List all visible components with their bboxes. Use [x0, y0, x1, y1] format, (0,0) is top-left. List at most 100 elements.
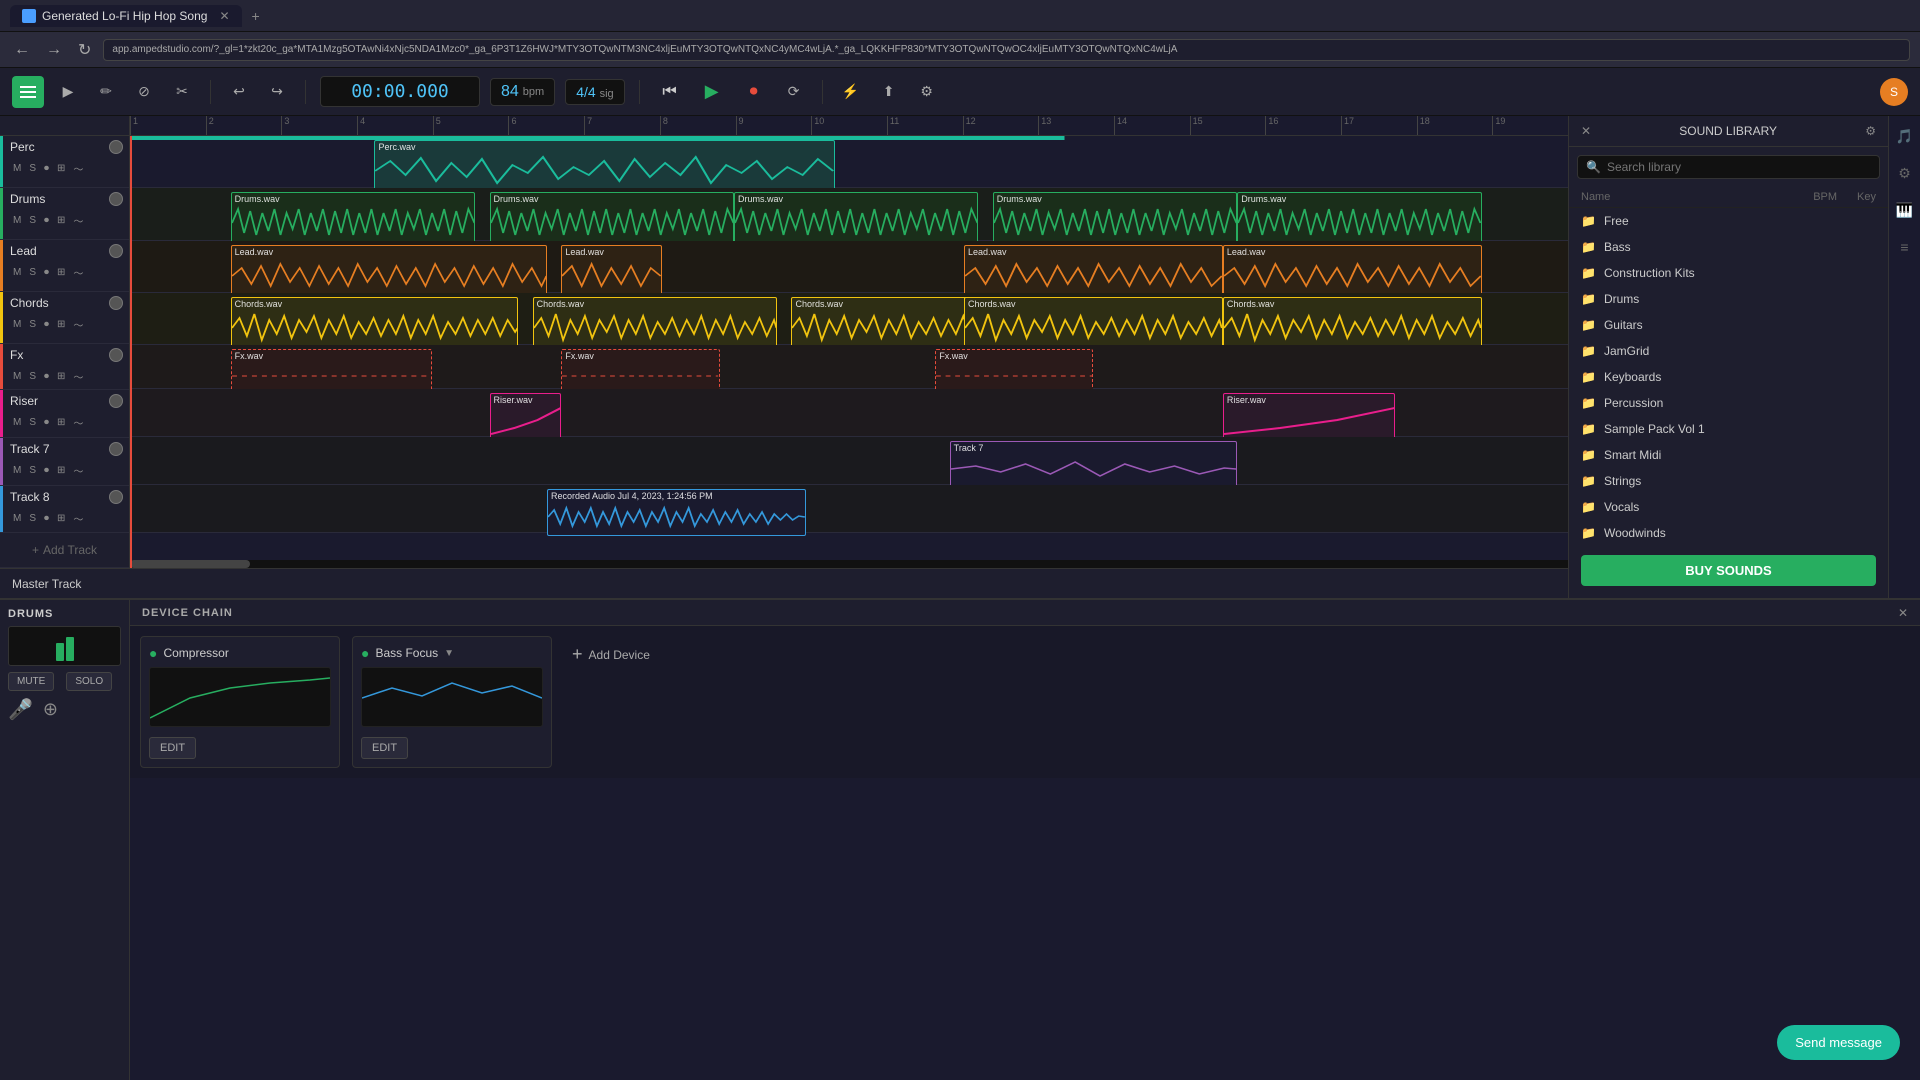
solo-track8[interactable]: S: [26, 512, 39, 525]
mute-chords[interactable]: M: [10, 318, 24, 331]
active-tab[interactable]: Generated Lo-Fi Hip Hop Song ✕: [10, 5, 242, 27]
undo-btn[interactable]: ↩: [225, 78, 253, 106]
arm-riser[interactable]: ⏺: [41, 416, 52, 429]
sidebar-icon-eq[interactable]: ≡: [1896, 235, 1912, 259]
fx-lead[interactable]: ⊞: [54, 266, 68, 279]
clip-riser-1[interactable]: Riser.wav: [490, 393, 562, 440]
volume-knob-track7[interactable]: [109, 442, 123, 456]
arm-perc[interactable]: ⏺: [41, 162, 52, 175]
clip-perc-1[interactable]: Perc.wav: [374, 140, 834, 192]
select-tool[interactable]: ▶: [54, 78, 82, 106]
arm-fx[interactable]: ⏺: [41, 370, 52, 383]
solo-fx[interactable]: S: [26, 370, 39, 383]
library-item-smartmidi[interactable]: 📁 Smart Midi: [1569, 442, 1888, 468]
library-close-icon[interactable]: ✕: [1581, 124, 1591, 138]
clip-lead-3[interactable]: Lead.wav: [964, 245, 1223, 297]
mute-track7[interactable]: M: [10, 464, 24, 477]
dropdown-arrow-bass-focus[interactable]: ▼: [444, 648, 454, 659]
monitor-button[interactable]: ⊕: [43, 699, 58, 720]
device-on-icon-bass-focus[interactable]: ●: [361, 645, 369, 661]
clip-lead-2[interactable]: Lead.wav: [561, 245, 662, 297]
clip-chords-2[interactable]: Chords.wav: [533, 297, 777, 349]
clip-fx-1[interactable]: Fx.wav: [231, 349, 432, 391]
solo-drums[interactable]: S: [26, 214, 39, 227]
library-item-bass[interactable]: 📁 Bass: [1569, 234, 1888, 260]
expand-perc[interactable]: 〜: [70, 160, 86, 177]
library-item-free[interactable]: 📁 Free: [1569, 208, 1888, 234]
clip-chords-5[interactable]: Chords.wav: [1223, 297, 1482, 349]
back-btn[interactable]: ←: [10, 41, 34, 59]
mute-drums[interactable]: M: [10, 214, 24, 227]
mute-fx[interactable]: M: [10, 370, 24, 383]
sidebar-icon-2[interactable]: ⚙: [1894, 161, 1915, 186]
url-bar[interactable]: app.ampedstudio.com/?_gl=1*zkt20c_ga*MTA…: [103, 39, 1910, 61]
clip-drums-4[interactable]: Drums.wav: [993, 192, 1237, 244]
horizontal-scrollbar[interactable]: [130, 560, 1568, 568]
solo-riser[interactable]: S: [26, 416, 39, 429]
library-item-drums[interactable]: 📁 Drums: [1569, 286, 1888, 312]
device-on-icon-compressor[interactable]: ●: [149, 645, 157, 661]
clip-track8-1[interactable]: Recorded Audio Jul 4, 2023, 1:24:56 PM: [547, 489, 806, 536]
cut-tool[interactable]: ✂: [168, 78, 196, 106]
clip-lead-1[interactable]: Lead.wav: [231, 245, 547, 297]
library-search-bar[interactable]: 🔍: [1577, 155, 1880, 179]
user-avatar[interactable]: S: [1880, 78, 1908, 106]
mix-btn[interactable]: ⚡: [837, 78, 865, 106]
arm-track8[interactable]: ⏺: [41, 512, 52, 525]
volume-knob-riser[interactable]: [109, 394, 123, 408]
mute-riser[interactable]: M: [10, 416, 24, 429]
library-item-jamgrid[interactable]: 📁 JamGrid: [1569, 338, 1888, 364]
expand-track8[interactable]: 〜: [70, 510, 86, 527]
clip-chords-4[interactable]: Chords.wav: [964, 297, 1223, 349]
library-item-samplepack[interactable]: 📁 Sample Pack Vol 1: [1569, 416, 1888, 442]
clip-riser-2[interactable]: Riser.wav: [1223, 393, 1396, 440]
fx-chords[interactable]: ⊞: [54, 318, 68, 331]
eraser-tool[interactable]: ⊘: [130, 78, 158, 106]
fx-track8[interactable]: ⊞: [54, 512, 68, 525]
solo-perc[interactable]: S: [26, 162, 39, 175]
expand-track7[interactable]: 〜: [70, 462, 86, 479]
add-track-button[interactable]: + Add Track: [0, 533, 129, 568]
menu-button[interactable]: [12, 76, 44, 108]
bpm-display[interactable]: 84 bpm: [490, 78, 555, 106]
solo-lead[interactable]: S: [26, 266, 39, 279]
clip-fx-3[interactable]: Fx.wav: [935, 349, 1093, 391]
sidebar-icon-1[interactable]: 🎵: [1892, 124, 1917, 149]
tab-close[interactable]: ✕: [219, 9, 229, 23]
add-device-button[interactable]: + Add Device: [564, 636, 658, 673]
volume-knob-fx[interactable]: [109, 348, 123, 362]
volume-knob-track8[interactable]: [109, 490, 123, 504]
pencil-tool[interactable]: ✏: [92, 78, 120, 106]
solo-track7[interactable]: S: [26, 464, 39, 477]
settings-btn[interactable]: ⚙: [913, 78, 941, 106]
library-item-woodwinds[interactable]: 📁 Woodwinds: [1569, 520, 1888, 543]
volume-knob-chords[interactable]: [109, 296, 123, 310]
clip-drums-1[interactable]: Drums.wav: [231, 192, 475, 244]
expand-chords[interactable]: 〜: [70, 316, 86, 333]
volume-knob-drums[interactable]: [109, 192, 123, 206]
solo-button[interactable]: SOLO: [66, 672, 112, 691]
sidebar-icon-piano[interactable]: 🎹: [1892, 198, 1917, 223]
compressor-edit-button[interactable]: EDIT: [149, 737, 196, 759]
fx-perc[interactable]: ⊞: [54, 162, 68, 175]
record-arm-button[interactable]: 🎤: [8, 697, 33, 722]
clip-drums-5[interactable]: Drums.wav: [1237, 192, 1481, 244]
arm-track7[interactable]: ⏺: [41, 464, 52, 477]
expand-lead[interactable]: 〜: [70, 264, 86, 281]
device-chain-close[interactable]: ✕: [1898, 606, 1908, 620]
record-btn[interactable]: ⏺: [738, 76, 770, 108]
clip-lead-4[interactable]: Lead.wav: [1223, 245, 1482, 297]
fx-drums[interactable]: ⊞: [54, 214, 68, 227]
library-search-input[interactable]: [1607, 160, 1871, 174]
clip-drums-3[interactable]: Drums.wav: [734, 192, 978, 244]
arm-chords[interactable]: ⏺: [41, 318, 52, 331]
new-tab-btn[interactable]: +: [246, 8, 266, 24]
arm-lead[interactable]: ⏺: [41, 266, 52, 279]
expand-drums[interactable]: 〜: [70, 212, 86, 229]
library-item-keyboards[interactable]: 📁 Keyboards: [1569, 364, 1888, 390]
forward-btn[interactable]: →: [42, 41, 66, 59]
clip-chords-1[interactable]: Chords.wav: [231, 297, 519, 349]
library-item-strings[interactable]: 📁 Strings: [1569, 468, 1888, 494]
redo-btn[interactable]: ↪: [263, 78, 291, 106]
mute-lead[interactable]: M: [10, 266, 24, 279]
